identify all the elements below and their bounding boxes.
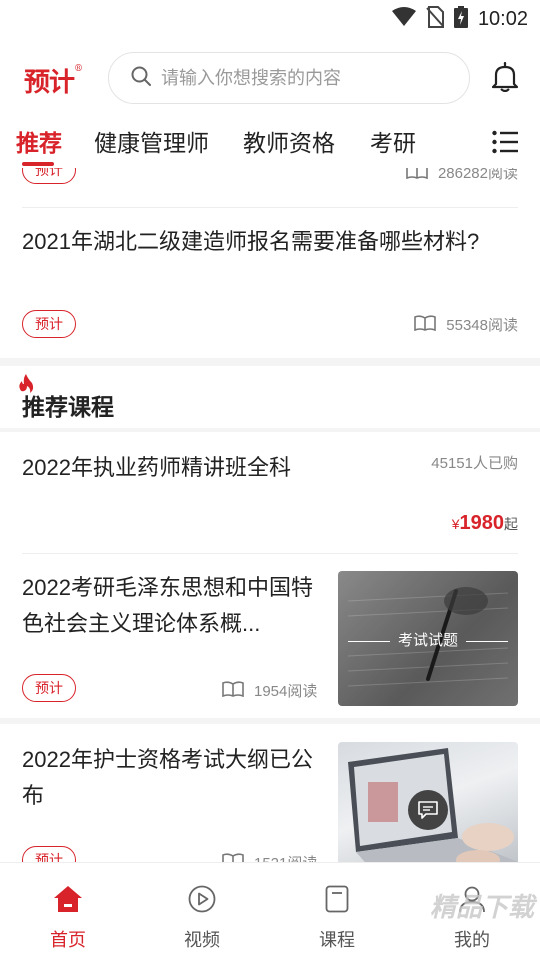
play-icon: [188, 885, 216, 917]
divider: [0, 358, 540, 366]
book-open-icon: [222, 852, 244, 862]
nav-home[interactable]: 首页: [28, 885, 108, 952]
status-bar: 10:02: [0, 0, 540, 36]
chat-bubble-icon[interactable]: [408, 790, 448, 830]
exam-paper-thumbnail[interactable]: 考试试题: [338, 571, 518, 706]
divider: [0, 718, 540, 724]
article-title[interactable]: 2021年湖北二级建造师报名需要准备哪些材料?: [22, 224, 518, 260]
article-title[interactable]: 2022年护士资格考试大纲已公布: [22, 742, 318, 814]
read-count: 286282阅读: [406, 168, 518, 183]
list-item[interactable]: 2022年护士资格考试大纲已公布 预计 1521阅读: [22, 742, 518, 862]
buyer-count: 45151人已购: [431, 455, 518, 472]
laptop-thumbnail[interactable]: [338, 742, 518, 862]
watermark: 精品下载: [429, 892, 534, 922]
book-open-icon: [406, 168, 428, 183]
active-tab-indicator: [22, 162, 54, 166]
course-card[interactable]: 2022年执业药师精讲班全科 45151人已购 ¥1980起: [22, 436, 518, 554]
read-count: 1954阅读: [222, 680, 317, 701]
search-bar[interactable]: [108, 52, 470, 104]
read-count: 55348阅读: [414, 314, 518, 335]
nav-courses[interactable]: 课程: [297, 885, 377, 952]
tab-teacher-qualification[interactable]: 教师资格: [243, 124, 335, 158]
book-icon: [325, 885, 349, 917]
battery-charging-icon: [453, 6, 468, 33]
thumbnail-label: 考试试题: [338, 629, 518, 650]
article-title[interactable]: 2022考研毛泽东思想和中国特色社会主义理论体系概...: [22, 570, 318, 642]
source-tag: 预计: [22, 310, 76, 338]
source-tag: 预计: [22, 674, 76, 702]
status-time: 10:02: [477, 8, 528, 30]
bottom-navigation: 首页 视频 课程 我的 精品下载: [0, 862, 540, 960]
search-icon: [131, 66, 151, 91]
bell-icon[interactable]: [491, 61, 519, 97]
category-menu-icon[interactable]: [492, 130, 518, 159]
wifi-icon: [391, 7, 416, 32]
section-title: 推荐课程: [22, 394, 114, 420]
home-icon: [53, 886, 83, 917]
tab-recommend[interactable]: 推荐: [16, 124, 62, 158]
source-tag: 预计: [22, 168, 76, 184]
list-item[interactable]: 2021年湖北二级建造师报名需要准备哪些材料? 预计 55348阅读: [22, 224, 518, 356]
no-sim-icon: [426, 6, 444, 33]
content-feed[interactable]: 预计 286282阅读 2021年湖北二级建造师报名需要准备哪些材料? 预计 5…: [0, 168, 540, 862]
tab-health-manager[interactable]: 健康管理师: [94, 124, 209, 158]
source-tag: 预计: [22, 846, 76, 862]
book-open-icon: [414, 314, 437, 335]
list-item[interactable]: 2022考研毛泽东思想和中国特色社会主义理论体系概... 预计 1954阅读 考…: [22, 570, 518, 708]
recommended-courses-header: 推荐课程: [0, 366, 540, 432]
app-header: 预计®: [0, 50, 540, 106]
search-input[interactable]: [161, 67, 441, 89]
course-price: ¥1980起: [451, 512, 518, 534]
book-open-icon: [222, 680, 244, 701]
read-count: 1521阅读: [222, 852, 317, 862]
app-logo[interactable]: 预计®: [24, 62, 83, 99]
list-item[interactable]: 预计 286282阅读: [22, 168, 518, 208]
course-title[interactable]: 2022年执业药师精讲班全科: [22, 450, 291, 482]
nav-video[interactable]: 视频: [162, 885, 242, 952]
tab-postgraduate[interactable]: 考研: [370, 124, 416, 158]
category-tabs: 推荐 健康管理师 教师资格 考研: [0, 118, 540, 168]
